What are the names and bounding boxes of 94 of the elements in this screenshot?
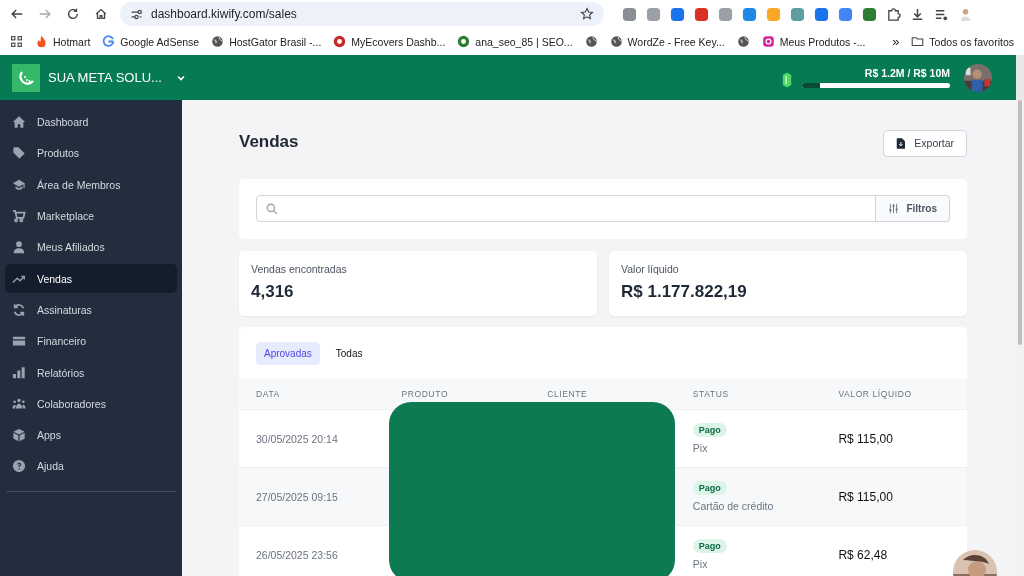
sidebar-item[interactable]: Produtos bbox=[5, 139, 177, 168]
bookmark[interactable]: HostGator Brasil -... bbox=[211, 35, 322, 48]
filter-tab[interactable]: Todas bbox=[327, 342, 371, 365]
help-icon bbox=[12, 459, 26, 474]
goal-label: R$ 1.2M / R$ 10M bbox=[864, 67, 950, 79]
table-cell-text: 27/05/2025 09:15 bbox=[255, 490, 339, 503]
sidebar-item[interactable]: Assinaturas bbox=[5, 295, 177, 325]
sidebar-item[interactable]: Dashboard bbox=[5, 108, 177, 137]
stat-value: R$ 1.177.822,19 bbox=[621, 282, 748, 302]
extension-icon[interactable] bbox=[790, 6, 805, 22]
sidebar-item[interactable]: Colaboradores bbox=[5, 389, 177, 418]
bookmark[interactable]: Hotmart bbox=[35, 35, 91, 48]
reload-icon[interactable] bbox=[66, 7, 80, 21]
cap-icon bbox=[12, 177, 26, 192]
payment-method: Pix bbox=[692, 558, 708, 570]
home-icon bbox=[12, 115, 26, 130]
search-icon bbox=[266, 202, 278, 215]
user-icon bbox=[12, 240, 26, 255]
cart-icon bbox=[12, 209, 26, 224]
sidebar-item[interactable]: Meus Afiliados bbox=[5, 233, 177, 262]
payment-method: Pix bbox=[692, 442, 708, 454]
status-badge: Pago bbox=[692, 481, 727, 495]
sidebar-item[interactable]: Apps bbox=[5, 420, 177, 450]
export-button[interactable]: Exportar bbox=[883, 129, 967, 157]
bookmark[interactable]: MyEcovers Dashb... bbox=[333, 35, 446, 48]
sidebar-item[interactable]: Ajuda bbox=[5, 452, 177, 481]
sidebar-item[interactable]: Relatórios bbox=[5, 358, 177, 387]
extension-icon[interactable] bbox=[694, 6, 709, 22]
site-icon bbox=[333, 35, 347, 48]
cube-icon bbox=[12, 428, 26, 443]
table-cell-text: R$ 62,48 bbox=[837, 547, 889, 562]
stat-label: Vendas encontradas bbox=[251, 263, 348, 275]
globe-icon bbox=[609, 35, 623, 48]
filters-button[interactable]: Filtros bbox=[876, 195, 950, 222]
extension-icon[interactable] bbox=[670, 6, 685, 22]
globe-icon[interactable] bbox=[736, 35, 750, 48]
bookmark[interactable]: Meus Produtos -... bbox=[761, 35, 866, 48]
extension-icon[interactable] bbox=[838, 6, 853, 22]
column-header: PRODUTO bbox=[400, 389, 450, 399]
search-field[interactable] bbox=[256, 195, 877, 222]
column-header: CLIENTE bbox=[546, 389, 589, 399]
payment-method: Cartão de crédito bbox=[692, 500, 774, 512]
status-badge: Pago bbox=[692, 423, 727, 437]
bars-icon bbox=[12, 365, 26, 380]
extension-icon[interactable] bbox=[718, 6, 733, 22]
flame-icon bbox=[35, 35, 48, 48]
folder-icon bbox=[911, 35, 925, 48]
extension-icon[interactable] bbox=[646, 6, 661, 22]
table-cell-text: 26/05/2025 23:56 bbox=[255, 548, 339, 561]
site-icon bbox=[457, 35, 471, 48]
extension-icon[interactable] bbox=[862, 6, 877, 22]
users-icon bbox=[12, 396, 26, 411]
table-cell-text: 30/05/2025 20:14 bbox=[255, 432, 339, 445]
home-icon[interactable] bbox=[94, 7, 108, 21]
globe-icon bbox=[211, 35, 225, 48]
bookmark[interactable]: Google AdSense bbox=[102, 35, 200, 48]
table-cell-text: R$ 115,00 bbox=[837, 431, 894, 446]
download-icon[interactable] bbox=[910, 6, 925, 22]
camera-icon bbox=[761, 35, 775, 48]
sidebar-item[interactable]: Financeiro bbox=[5, 327, 177, 356]
back-icon[interactable] bbox=[10, 7, 24, 21]
column-header: STATUS bbox=[691, 389, 730, 399]
sidebar-item[interactable]: Marketplace bbox=[5, 201, 177, 231]
puzzle-icon[interactable] bbox=[886, 6, 901, 22]
tag-icon bbox=[12, 146, 26, 161]
stat-value: 4,316 bbox=[251, 282, 295, 302]
page-title: Vendas bbox=[239, 132, 299, 152]
site-settings-icon[interactable] bbox=[130, 7, 143, 21]
gem-icon bbox=[782, 70, 792, 89]
sidebar-item[interactable]: Vendas bbox=[5, 264, 177, 293]
column-header: DATA bbox=[255, 389, 281, 399]
logo-icon bbox=[12, 63, 40, 92]
sliders-icon bbox=[888, 203, 900, 214]
more-bookmarks[interactable]: » bbox=[892, 34, 900, 49]
org-switcher[interactable]: SUA META SOLU... bbox=[12, 63, 186, 92]
bookmark[interactable]: ana_seo_85 | SEO... bbox=[457, 35, 573, 48]
extension-icon[interactable] bbox=[814, 6, 829, 22]
extension-icon[interactable] bbox=[742, 6, 757, 22]
column-header: VALOR LÍQUIDO bbox=[837, 389, 913, 399]
google-g-icon bbox=[102, 35, 116, 48]
globe-icon[interactable] bbox=[584, 35, 598, 48]
refresh-icon bbox=[12, 302, 26, 317]
filter-tab[interactable]: Aprovadas bbox=[256, 342, 320, 365]
address-bar[interactable]: dashboard.kiwify.com/sales bbox=[120, 2, 604, 26]
apps-grid-icon[interactable] bbox=[10, 35, 23, 48]
table-cell-text: R$ 115,00 bbox=[837, 489, 894, 504]
status-badge: Pago bbox=[692, 539, 727, 553]
file-download-icon bbox=[896, 137, 906, 149]
extension-icon[interactable] bbox=[622, 6, 637, 22]
bookmark[interactable]: WordZe - Free Key... bbox=[609, 35, 725, 48]
sidebar-item[interactable]: Área de Membros bbox=[5, 170, 177, 199]
bookmark-folder[interactable]: Todos os favoritos bbox=[911, 35, 1014, 48]
star-icon[interactable] bbox=[580, 7, 594, 21]
stat-label: Valor líquido bbox=[621, 263, 680, 275]
